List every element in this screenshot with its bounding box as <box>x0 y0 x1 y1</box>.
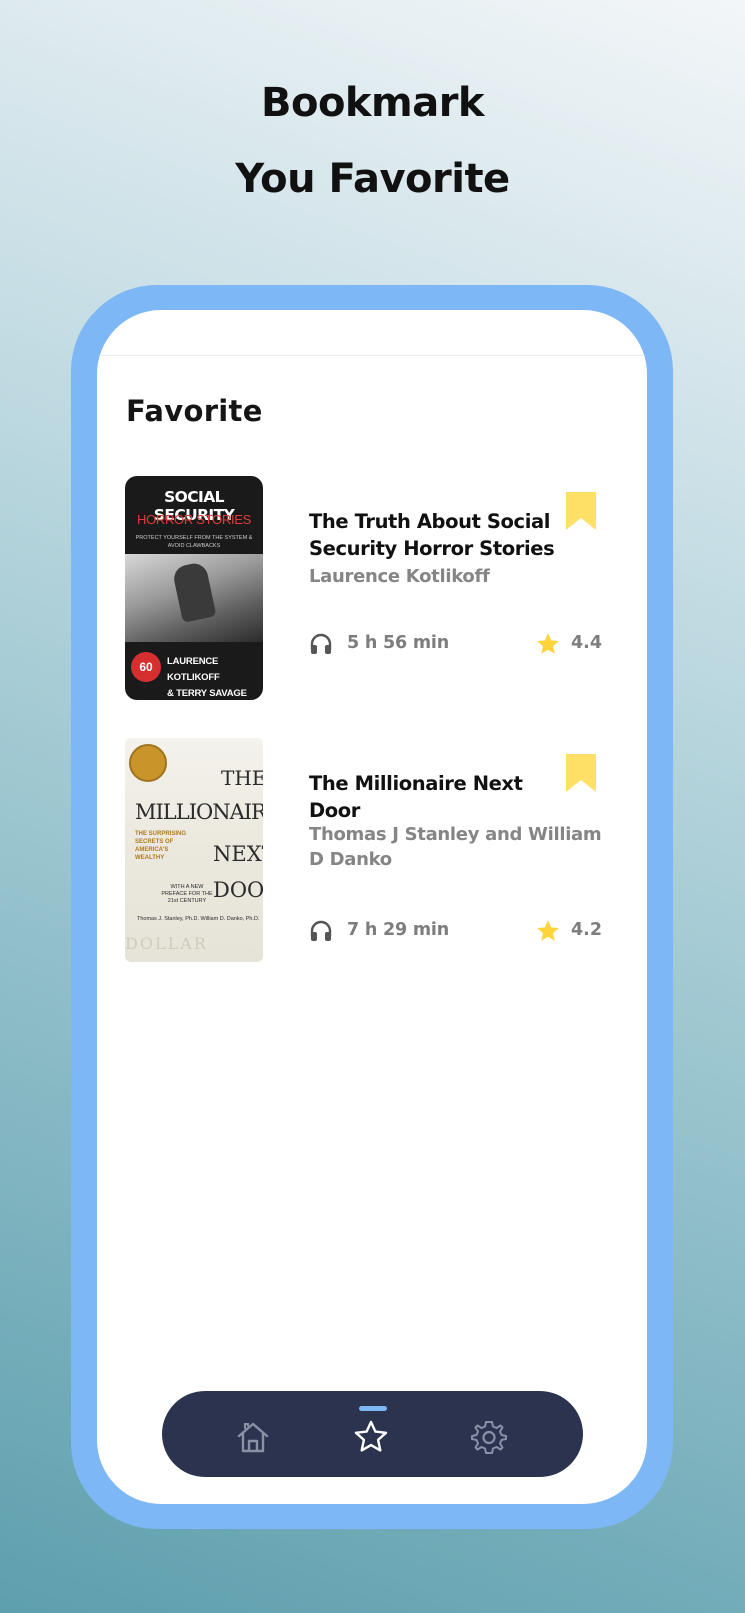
promo-headline-line1: Bookmark <box>260 80 485 126</box>
star-icon <box>537 920 559 941</box>
headphones-icon <box>310 633 332 654</box>
cover-authors: LAURENCE KOTLIKOFF & TERRY SAVAGE <box>167 654 261 700</box>
book-author: Laurence Kotlikoff <box>309 566 490 587</box>
cover-seal <box>129 744 167 782</box>
star-icon <box>537 633 559 654</box>
headphones-icon <box>310 920 332 941</box>
book-cover[interactable]: THE MILLIONAIRE THE SURPRISING SECRETS O… <box>125 738 263 962</box>
book-card[interactable]: SOCIAL SECURITY HORROR STORIES PROTECT Y… <box>97 476 647 706</box>
book-rating: 4.4 <box>571 633 603 653</box>
gear-icon[interactable] <box>469 1417 509 1457</box>
nav-active-indicator <box>359 1406 387 1411</box>
bookmark-icon[interactable] <box>564 752 598 794</box>
book-duration: 7 h 29 min <box>347 920 449 940</box>
cover-word-millionaire: MILLIONAIRE <box>135 800 263 824</box>
star-outline-icon[interactable] <box>351 1417 391 1457</box>
home-icon[interactable] <box>233 1417 273 1457</box>
cover-preface: WITH A NEW PREFACE FOR THE 21st CENTURY <box>161 884 213 904</box>
cover-word-door: DOOR <box>213 878 263 902</box>
bookmark-icon[interactable] <box>564 490 598 532</box>
book-duration: 5 h 56 min <box>347 633 449 653</box>
book-meta: 7 h 29 min 4.2 <box>309 918 609 944</box>
book-cover[interactable]: SOCIAL SECURITY HORROR STORIES PROTECT Y… <box>125 476 263 700</box>
cover-badge: 60 <box>131 652 161 682</box>
book-title[interactable]: The Truth About Social Security Horror S… <box>309 508 559 562</box>
cover-tagline: PROTECT YOURSELF FROM THE SYSTEM & AVOID… <box>135 535 253 549</box>
bottom-nav <box>162 1391 583 1477</box>
book-author: Thomas J Stanley and William D Danko <box>309 824 602 870</box>
cover-word-the: THE <box>221 766 263 790</box>
book-card[interactable]: THE MILLIONAIRE THE SURPRISING SECRETS O… <box>97 738 647 968</box>
book-meta: 5 h 56 min 4.4 <box>309 631 609 657</box>
promo-headline-line2: You Favorite <box>235 156 510 202</box>
cover-author-1: LAURENCE KOTLIKOFF <box>167 656 220 683</box>
phone-frame: Favorite SOCIAL SECURITY HORROR STORIES … <box>71 285 673 1529</box>
cover-authors: Thomas J. Stanley, Ph.D. William D. Dank… <box>137 916 260 922</box>
header-divider <box>97 355 647 356</box>
book-rating: 4.2 <box>571 920 603 940</box>
phone-screen: Favorite SOCIAL SECURITY HORROR STORIES … <box>97 310 647 1504</box>
page-title: Favorite <box>126 394 263 428</box>
cover-footer: DOLLAR <box>125 934 208 953</box>
cover-word-next: NEXT <box>213 842 263 866</box>
cover-author-2: & TERRY SAVAGE <box>167 688 247 699</box>
cover-subtitle: THE SURPRISING SECRETS OF AMERICA'S WEAL… <box>135 831 187 861</box>
cover-subtitle: HORROR STORIES <box>136 512 252 527</box>
book-title[interactable]: The Millionaire Next Door <box>309 770 559 824</box>
